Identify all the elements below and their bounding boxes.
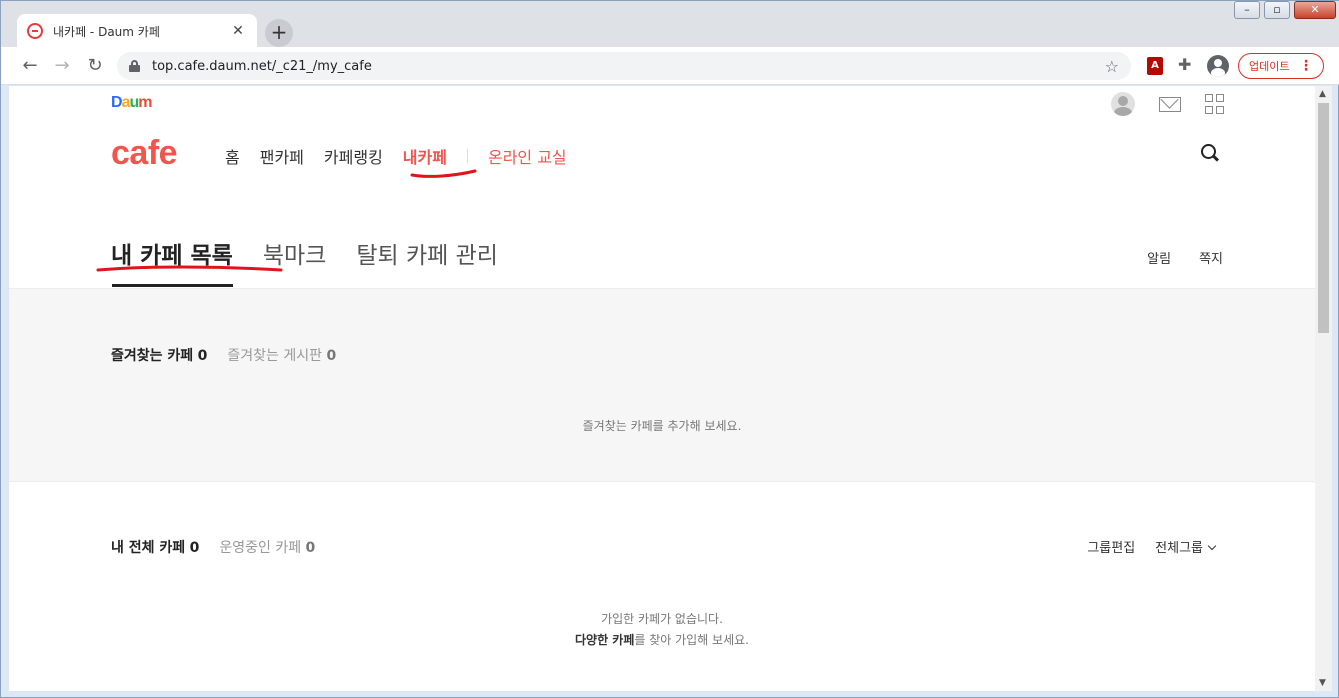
global-nav: 홈 팬카페 카페랭킹 내카페 온라인 교실 [225,144,587,168]
tab-favorite-boards[interactable]: 즐겨찾는 게시판 0 [227,345,336,365]
tab-close-icon[interactable]: ✕ [229,23,247,39]
window-controls: – ▫ ✕ [1234,1,1336,19]
tab-all-cafes[interactable]: 내 전체 카페 0 [111,537,199,557]
lock-icon [129,60,140,72]
back-arrow-icon[interactable]: ← [19,55,41,77]
group-edit-button[interactable]: 그룹편집 [1087,537,1135,556]
operating-cafes-count: 0 [305,540,316,556]
page-scrollbar[interactable]: ▲ ▼ [1315,86,1332,691]
favorite-boards-count: 0 [326,348,337,364]
tab-operating-cafes[interactable]: 운영중인 카페 0 [219,537,315,557]
nav-divider [466,149,468,163]
active-tab-indicator [112,284,233,287]
browser-toolbar: ← → ↻ top.cafe.daum.net/_c21_/my_cafe ☆ … [1,47,1339,85]
favorite-cafes-label: 즐겨찾는 카페 [111,348,194,364]
scroll-up-arrow-icon[interactable]: ▲ [1319,89,1326,99]
update-button-label: 업데이트 [1249,60,1290,73]
user-avatar-icon[interactable] [1111,92,1135,116]
annotation-underline-nav [410,169,477,178]
daum-logo-letter: u [129,94,139,111]
group-select-dropdown[interactable]: 전체그룹 [1155,537,1217,556]
nav-my-cafe[interactable]: 내카페 [403,144,447,168]
operating-cafes-label: 운영중인 카페 [219,540,302,556]
chevron-down-icon [1207,541,1217,551]
extensions-puzzle-icon[interactable]: ✚ [1178,55,1191,74]
daum-logo[interactable]: Daum [111,94,153,112]
group-select-label: 전체그룹 [1155,541,1203,556]
annotation-underline-subtab [96,265,283,272]
address-bar[interactable]: top.cafe.daum.net/_c21_/my_cafe ☆ [117,52,1131,80]
pdf-extension-icon[interactable]: A [1147,57,1163,75]
tab-withdrawn-cafes[interactable]: 탈퇴 카페 관리 [356,236,498,270]
nav-online-class[interactable]: 온라인 교실 [488,144,567,168]
tab-strip: 내카페 - Daum 카페 ✕ + – ▫ ✕ [1,1,1339,48]
all-cafes-count: 0 [189,540,200,556]
daum-logo-letter: m [138,94,152,111]
daum-favicon-icon [27,23,43,39]
top-utility-icons [1111,92,1225,116]
service-grid-icon[interactable] [1205,94,1225,114]
profile-avatar-icon[interactable] [1207,55,1229,77]
browse-cafes-link[interactable]: 다양한 카페 [575,633,634,647]
header-right-links: 알림 쪽지 [1147,248,1223,267]
daum-logo-letter: D [111,94,123,111]
favorites-section: 즐겨찾는 카페 0 즐겨찾는 게시판 0 즐겨찾는 카페를 추가해 보세요. [9,288,1315,482]
message-link[interactable]: 쪽지 [1199,248,1223,267]
page-viewport: Daum cafe 홈 팬카페 카페랭킹 내카페 온라인 교실 내 카페 목록 … [9,86,1315,691]
update-button[interactable]: 업데이트 ⋮ [1238,53,1324,79]
url-text: top.cafe.daum.net/_c21_/my_cafe [152,58,372,74]
empty-line-2: 다양한 카페를 찾아 가입해 보세요. [9,630,1315,651]
nav-fan-cafe[interactable]: 팬카페 [260,144,304,168]
empty-line-2-rest: 를 찾아 가입해 보세요. [634,633,749,647]
all-cafes-empty-message: 가입한 카페가 없습니다. 다양한 카페를 찾아 가입해 보세요. [9,609,1315,651]
scroll-down-arrow-icon[interactable]: ▼ [1319,678,1326,688]
minimize-button[interactable]: – [1234,1,1260,19]
mail-icon[interactable] [1159,96,1181,112]
group-controls: 그룹편집 전체그룹 [1087,537,1217,556]
scroll-thumb[interactable] [1318,103,1329,333]
nav-cafe-ranking[interactable]: 카페랭킹 [324,144,383,168]
favorites-header: 즐겨찾는 카페 0 즐겨찾는 게시판 0 [111,345,336,365]
all-cafes-label: 내 전체 카페 [111,540,186,556]
search-icon[interactable] [1201,144,1219,162]
close-window-button[interactable]: ✕ [1294,1,1336,19]
favorite-boards-label: 즐겨찾는 게시판 [227,348,322,364]
forward-arrow-icon[interactable]: → [51,55,73,77]
tab-favorite-cafes[interactable]: 즐겨찾는 카페 0 [111,345,207,365]
browser-tab[interactable]: 내카페 - Daum 카페 ✕ [17,14,257,48]
favorites-empty-message: 즐겨찾는 카페를 추가해 보세요. [582,419,742,433]
alarm-link[interactable]: 알림 [1147,248,1171,267]
empty-line-1: 가입한 카페가 없습니다. [601,612,723,626]
reload-icon[interactable]: ↻ [84,55,106,77]
new-tab-button[interactable]: + [265,19,293,47]
nav-home[interactable]: 홈 [225,144,240,168]
restore-button[interactable]: ▫ [1264,1,1290,19]
browser-window: 내카페 - Daum 카페 ✕ + – ▫ ✕ ← → ↻ top.cafe.d… [0,0,1339,698]
cafe-logo[interactable]: cafe [111,134,178,173]
menu-kebab-icon: ⋮ [1299,58,1313,74]
favorite-cafes-count: 0 [197,348,208,364]
all-cafes-header: 내 전체 카페 0 운영중인 카페 0 [111,537,315,557]
bookmark-star-icon[interactable]: ☆ [1105,57,1119,76]
tab-title: 내카페 - Daum 카페 [53,24,160,39]
